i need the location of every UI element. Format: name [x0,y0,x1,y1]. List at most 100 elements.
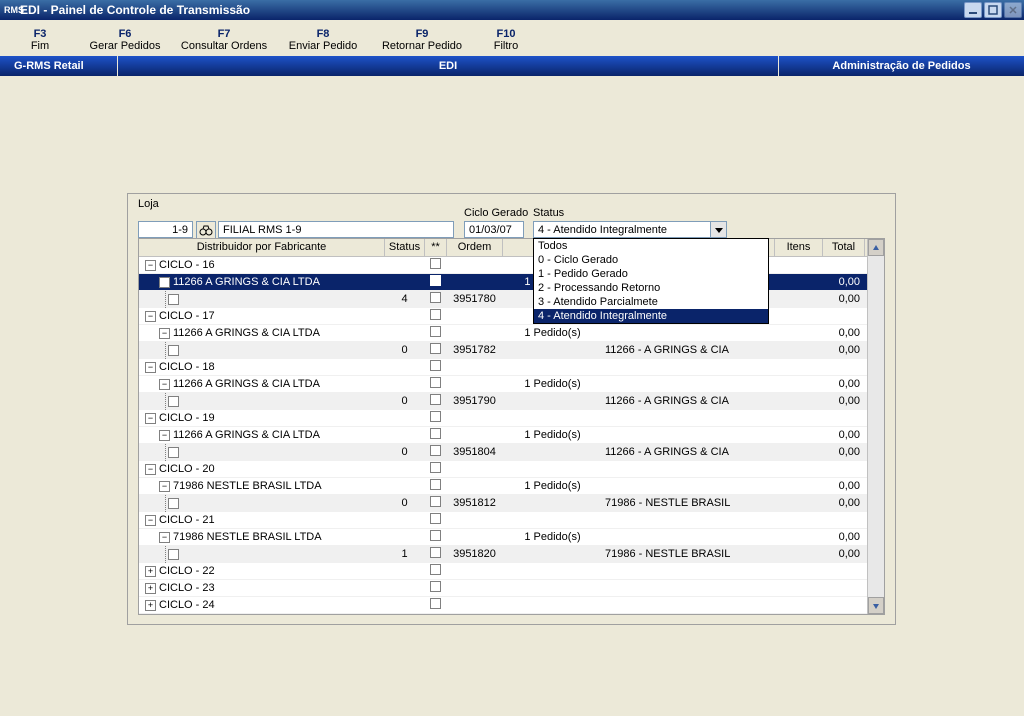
fnkey-f7[interactable]: F7Consultar Ordens [174,28,274,52]
row-checkbox[interactable] [430,411,441,422]
fnkey-label: Filtro [476,40,536,52]
fnkey-f6[interactable]: F6Gerar Pedidos [80,28,170,52]
row-checkbox[interactable] [430,581,441,592]
tree-leaf-icon [168,549,179,560]
store-code-input[interactable] [138,221,193,238]
fnkey-label: Retornar Pedido [372,40,472,52]
row-checkbox[interactable] [430,479,441,490]
status-option[interactable]: 2 - Processando Retorno [534,281,768,295]
row-checkbox[interactable] [430,394,441,405]
status-option[interactable]: 4 - Atendido Integralmente [534,309,768,323]
col-distribuidor[interactable]: Distribuidor por Fabricante [139,239,385,256]
window-title-bar: RMS EDI - Painel de Controle de Transmis… [0,0,1024,20]
grid-group-row[interactable]: −CICLO - 21 [139,512,867,529]
tree-expand-icon[interactable]: − [159,532,170,543]
tree-expand-icon[interactable]: + [145,566,156,577]
tree-expand-icon[interactable]: − [145,515,156,526]
row-checkbox[interactable] [430,292,441,303]
tree-leaf-icon [168,396,179,407]
grid-leaf-row[interactable]: 0395181271986 - NESTLE BRASIL0,00 [139,495,867,512]
grid-group-row[interactable]: −71986 NESTLE BRASIL LTDA1 Pedido(s)0,00 [139,478,867,495]
status-option[interactable]: 0 - Ciclo Gerado [534,253,768,267]
row-checkbox[interactable] [430,496,441,507]
grid-group-row[interactable]: −11266 A GRINGS & CIA LTDA1 Pedido(s)0,0… [139,427,867,444]
grid-group-row[interactable]: −CICLO - 18 [139,359,867,376]
status-option[interactable]: Todos [534,239,768,253]
grid-scrollbar[interactable] [867,239,884,614]
fnkey-f8[interactable]: F8Enviar Pedido [278,28,368,52]
group-label: CICLO - 20 [159,463,215,475]
grid-group-row[interactable]: −CICLO - 20 [139,461,867,478]
row-checkbox[interactable] [430,445,441,456]
store-label: Loja [138,198,159,210]
col-total[interactable]: Total [823,239,865,256]
row-checkbox[interactable] [430,309,441,320]
row-checkbox[interactable] [430,547,441,558]
row-checkbox[interactable] [430,564,441,575]
tree-expand-icon[interactable]: − [159,277,170,288]
status-option[interactable]: 1 - Pedido Gerado [534,267,768,281]
fnkey-f9[interactable]: F9Retornar Pedido [372,28,472,52]
grid-group-row[interactable]: +CICLO - 22 [139,563,867,580]
tree-leaf-icon [168,345,179,356]
row-checkbox[interactable] [430,377,441,388]
group-label: CICLO - 22 [159,565,215,577]
col-ordem[interactable]: Ordem [447,239,503,256]
row-checkbox[interactable] [430,598,441,609]
grid-leaf-row[interactable]: 0395179011266 - A GRINGS & CIA0,00 [139,393,867,410]
grid-group-row[interactable]: +CICLO - 24 [139,597,867,614]
col-status[interactable]: Status [385,239,425,256]
status-label: Status [533,207,564,219]
status-combobox[interactable]: 4 - Atendido Integralmente [533,221,727,238]
status-option[interactable]: 3 - Atendido Parcialmete [534,295,768,309]
tree-expand-icon[interactable]: − [145,362,156,373]
store-name-input[interactable] [218,221,454,238]
tree-expand-icon[interactable]: − [159,379,170,390]
row-checkbox[interactable] [430,428,441,439]
grid-leaf-row[interactable]: 0395180411266 - A GRINGS & CIA0,00 [139,444,867,461]
window-title: EDI - Painel de Controle de Transmissão [20,3,964,17]
binoculars-icon [199,225,213,237]
grid-leaf-row[interactable]: 0395178211266 - A GRINGS & CIA0,00 [139,342,867,359]
group-label: CICLO - 24 [159,599,215,611]
tree-expand-icon[interactable]: − [159,481,170,492]
row-checkbox[interactable] [430,258,441,269]
tree-expand-icon[interactable]: − [159,328,170,339]
window-restore-button[interactable] [984,2,1002,18]
grid-group-row[interactable]: −11266 A GRINGS & CIA LTDA1 Pedido(s)0,0… [139,376,867,393]
grid-group-row[interactable]: +CICLO - 23 [139,580,867,597]
group-label: 11266 A GRINGS & CIA LTDA [173,378,320,390]
tree-expand-icon[interactable]: − [145,311,156,322]
fnkey-f3[interactable]: F3Fim [4,28,76,52]
fnkey-f10[interactable]: F10Filtro [476,28,536,52]
row-checkbox[interactable] [430,462,441,473]
group-label: 71986 NESTLE BRASIL LTDA [173,480,322,492]
chevron-down-icon [710,222,726,237]
tree-expand-icon[interactable]: − [159,430,170,441]
col-itens[interactable]: Itens [775,239,823,256]
scroll-down-button[interactable] [868,597,884,614]
tree-expand-icon[interactable]: − [145,464,156,475]
grid-group-row[interactable]: −CICLO - 19 [139,410,867,427]
col-check[interactable]: ** [425,239,447,256]
row-checkbox[interactable] [430,275,441,286]
scroll-up-button[interactable] [868,239,884,256]
row-checkbox[interactable] [430,326,441,337]
group-label: CICLO - 18 [159,361,215,373]
row-checkbox[interactable] [430,530,441,541]
row-checkbox[interactable] [430,513,441,524]
cycle-date-input[interactable] [464,221,524,238]
tree-expand-icon[interactable]: + [145,600,156,611]
tree-expand-icon[interactable]: − [145,260,156,271]
grid-leaf-row[interactable]: 1395182071986 - NESTLE BRASIL0,00 [139,546,867,563]
function-key-bar: F3FimF6Gerar PedidosF7Consultar OrdensF8… [0,20,1024,56]
window-minimize-button[interactable] [964,2,982,18]
grid-group-row[interactable]: −11266 A GRINGS & CIA LTDA1 Pedido(s)0,0… [139,325,867,342]
row-checkbox[interactable] [430,360,441,371]
status-dropdown-list[interactable]: Todos0 - Ciclo Gerado1 - Pedido Gerado2 … [533,238,769,324]
grid-group-row[interactable]: −71986 NESTLE BRASIL LTDA1 Pedido(s)0,00 [139,529,867,546]
tree-expand-icon[interactable]: + [145,583,156,594]
row-checkbox[interactable] [430,343,441,354]
tree-expand-icon[interactable]: − [145,413,156,424]
group-label: 11266 A GRINGS & CIA LTDA [173,276,320,288]
